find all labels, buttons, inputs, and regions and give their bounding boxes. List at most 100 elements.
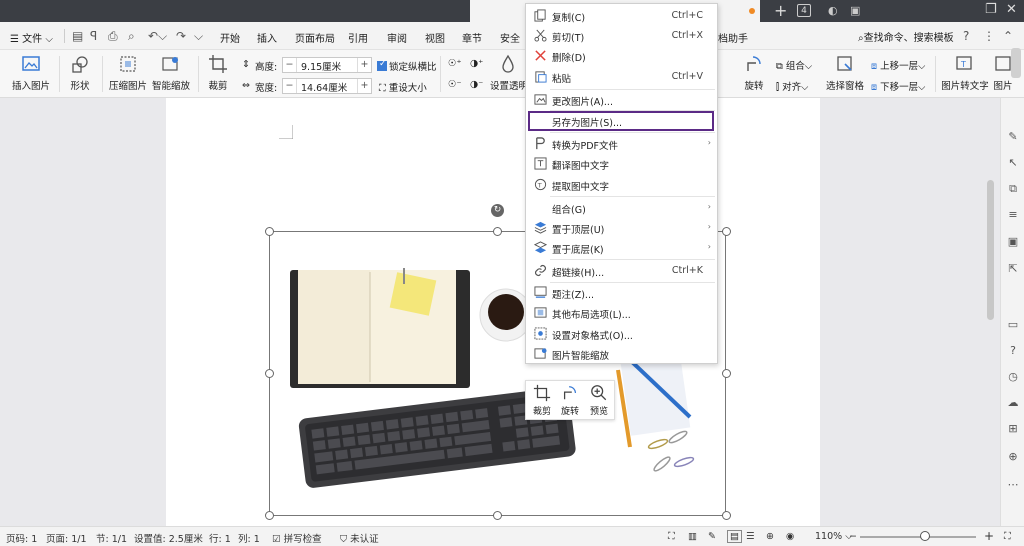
align-button[interactable]: ⫿ 对齐⌵: [776, 79, 808, 93]
context-menu-paste[interactable]: 粘贴 Ctrl+V: [526, 67, 717, 87]
contrast-icon[interactable]: ☉⁻: [448, 79, 462, 90]
gallery-icon[interactable]: ▣: [1006, 235, 1020, 249]
mini-crop-button[interactable]: 裁剪: [528, 384, 556, 417]
context-menu-extract-text[interactable]: T 提取图中文字: [526, 175, 717, 195]
height-increase-button[interactable]: +: [357, 58, 371, 72]
tab-references[interactable]: 引用: [348, 30, 368, 45]
zoom-level[interactable]: 110% ⌵: [815, 531, 852, 542]
mini-preview-button[interactable]: 预览: [585, 384, 613, 417]
undo-icon[interactable]: ↶⌵: [148, 29, 167, 44]
lock-ratio-checkbox[interactable]: 锁定纵横比: [377, 59, 437, 73]
zoom-slider-knob[interactable]: [920, 531, 930, 541]
width-stepper[interactable]: − 14.64厘米 +: [282, 78, 372, 94]
shapes-icon[interactable]: ⧉: [1006, 182, 1020, 196]
more-icon[interactable]: ⋮: [983, 29, 995, 43]
height-decrease-button[interactable]: −: [283, 58, 297, 72]
resize-handle-top[interactable]: [493, 227, 502, 236]
resize-handle-top-left[interactable]: [265, 227, 274, 236]
file-menu[interactable]: ☰ 文件 ⌵: [10, 30, 53, 45]
book-view-icon[interactable]: ▥: [688, 531, 697, 542]
new-tab-button[interactable]: +: [774, 1, 787, 20]
fullscreen-icon[interactable]: ⛶: [1004, 531, 1011, 542]
context-menu-group[interactable]: 组合(G) ›: [526, 198, 717, 218]
zoom-out-button[interactable]: −: [849, 531, 857, 542]
tab-home[interactable]: 开始: [220, 30, 240, 45]
help-icon[interactable]: ?: [963, 29, 969, 43]
redo-icon[interactable]: ↷: [176, 29, 186, 43]
resize-handle-bottom[interactable]: [493, 511, 502, 520]
height-value[interactable]: 9.15厘米: [301, 59, 341, 73]
restore-window-button[interactable]: ❐: [985, 2, 997, 17]
status-pages[interactable]: 页面: 1/1: [46, 531, 87, 545]
adjust-icon[interactable]: ≡: [1006, 208, 1020, 222]
resize-handle-top-right[interactable]: [722, 227, 731, 236]
share-icon[interactable]: ⇱: [1006, 262, 1020, 276]
tab-insert[interactable]: 插入: [257, 30, 277, 45]
fit-page-icon[interactable]: ⛶: [668, 531, 675, 542]
backup-icon[interactable]: ⊞: [1006, 422, 1020, 436]
rotate-button[interactable]: 旋转: [740, 54, 768, 92]
print-preview-icon[interactable]: ⌕: [128, 29, 135, 44]
format-painter-icon[interactable]: ꟼ: [90, 29, 97, 43]
send-backward-button[interactable]: ⧈ 下移一层⌵: [871, 79, 925, 93]
context-menu-caption[interactable]: 题注(Z)...: [526, 283, 717, 303]
width-decrease-button[interactable]: −: [283, 79, 297, 93]
width-increase-button[interactable]: +: [357, 79, 371, 93]
context-menu-change-picture[interactable]: 更改图片(A)...: [526, 90, 717, 110]
tab-review[interactable]: 审阅: [387, 30, 407, 45]
picture-to-text-button[interactable]: T 图片转文字: [940, 54, 990, 92]
status-section[interactable]: 节: 1/1: [96, 531, 127, 545]
context-menu-save-as-picture[interactable]: 另存为图片(S)...: [528, 111, 714, 131]
context-menu-format-object[interactable]: 设置对象格式(O)...: [526, 324, 717, 344]
picture-color-icon[interactable]: ☉⁺: [448, 58, 462, 69]
clock-icon[interactable]: ◷: [1006, 370, 1020, 384]
download-circle-icon[interactable]: ⊕: [1006, 450, 1020, 464]
mini-rotate-button[interactable]: 旋转: [556, 384, 584, 417]
cloud-icon[interactable]: ☁: [1006, 396, 1020, 410]
customize-chevron-icon[interactable]: ⌵: [194, 29, 203, 44]
outline-view-icon[interactable]: ☰: [746, 531, 755, 542]
resize-handle-bottom-right[interactable]: [722, 511, 731, 520]
context-menu-send-to-back[interactable]: 置于底层(K) ›: [526, 238, 717, 258]
crop-button[interactable]: 裁剪: [203, 54, 233, 92]
selection-pane-button[interactable]: 选择窗格: [825, 54, 865, 92]
tab-view[interactable]: 视图: [425, 30, 445, 45]
skin-icon[interactable]: ◐: [828, 4, 842, 18]
rotate-handle-icon[interactable]: ↻: [491, 204, 504, 217]
resize-handle-bottom-left[interactable]: [265, 511, 274, 520]
context-menu-copy[interactable]: 复制(C) Ctrl+C: [526, 6, 717, 26]
context-menu-layout-options[interactable]: 其他布局选项(L)...: [526, 303, 717, 323]
gift-icon[interactable]: ▣: [850, 4, 864, 18]
spell-check-button[interactable]: ☑ 拼写检查: [272, 531, 322, 545]
zoom-slider[interactable]: [860, 536, 976, 538]
print-icon[interactable]: ⎙: [108, 29, 118, 44]
pen-icon[interactable]: ✎: [708, 531, 716, 542]
close-window-button[interactable]: ✕: [1006, 2, 1017, 17]
eye-protect-icon[interactable]: ◉: [786, 531, 794, 542]
context-menu-hyperlink[interactable]: 超链接(H)... Ctrl+K: [526, 261, 717, 281]
tab-page-layout[interactable]: 页面布局: [295, 30, 335, 45]
group-button[interactable]: ⧉ 组合⌵: [776, 58, 812, 72]
brightness-icon[interactable]: ◑⁺: [470, 58, 483, 69]
more-options-icon[interactable]: ⋯: [1006, 478, 1020, 492]
bring-forward-button[interactable]: ⧈ 上移一层⌵: [871, 58, 925, 72]
set-transparent-button[interactable]: 设置透明: [490, 54, 528, 92]
inbox-icon[interactable]: ▭: [1006, 318, 1020, 332]
zoom-in-button[interactable]: +: [984, 529, 994, 543]
tab-section[interactable]: 章节: [462, 30, 482, 45]
web-view-icon[interactable]: ⊕: [766, 531, 774, 542]
collapse-ribbon-icon[interactable]: ⌃: [1003, 29, 1013, 43]
smart-zoom-button[interactable]: 智能缩放: [151, 54, 191, 92]
dim-icon[interactable]: ◑⁻: [470, 79, 483, 90]
ribbon-scroll-handle[interactable]: [1011, 48, 1021, 78]
command-search[interactable]: ⌕查找命令、搜索模板: [858, 29, 954, 44]
save-icon[interactable]: ▤: [72, 29, 83, 43]
tab-security[interactable]: 安全: [500, 30, 520, 45]
resize-handle-right[interactable]: [722, 369, 731, 378]
reset-size-button[interactable]: ⛶ 重设大小: [379, 80, 427, 94]
context-menu-translate-text[interactable]: 翻译图中文字: [526, 154, 717, 174]
status-page-number[interactable]: 页码: 1: [6, 531, 37, 545]
shape-button[interactable]: 形状: [65, 54, 95, 92]
auth-status[interactable]: ⛉ 未认证: [340, 531, 379, 545]
context-menu-bring-to-front[interactable]: 置于顶层(U) ›: [526, 218, 717, 238]
